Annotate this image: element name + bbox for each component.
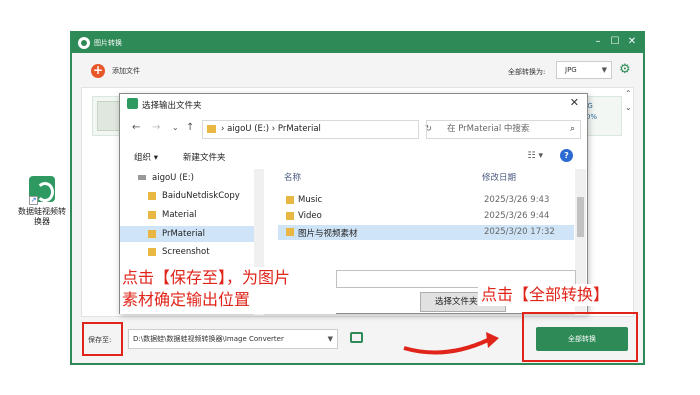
annotation-convert-all: 点击【全部转换】 [478, 284, 613, 306]
desktop-icon-label: 数据蛙视频转换器 [18, 207, 66, 226]
highlight-convert-all [522, 312, 638, 362]
file-name: Music [298, 195, 323, 205]
search-placeholder: 在 PrMaterial 中搜索 [447, 124, 530, 134]
expand-down-icon[interactable]: ⌄ [625, 103, 632, 112]
tree-item[interactable]: Material [148, 210, 197, 220]
dialog-title-bar: 选择输出文件夹 ✕ [120, 94, 587, 114]
chevron-down-icon: ▼ [601, 66, 607, 74]
scrollbar-thumb[interactable] [577, 197, 584, 237]
folder-icon [286, 228, 294, 236]
add-file-icon[interactable]: + [91, 64, 105, 78]
output-format-select[interactable]: JPG ▼ [556, 61, 612, 79]
convert-all-to-label: 全部转换为: [508, 68, 546, 76]
app-logo-icon [127, 98, 138, 109]
output-format-value: JPG [565, 66, 577, 74]
back-arrow-icon[interactable]: ← [132, 122, 140, 133]
close-icon[interactable]: ✕ [570, 96, 579, 109]
collapse-up-icon[interactable]: ⌃ [625, 89, 632, 98]
table-row-selected[interactable]: 图片与视频素材 2025/3/20 17:32 [278, 225, 574, 240]
tree-item-label: PrMaterial [162, 229, 206, 239]
address-sep-2: › [271, 124, 276, 134]
file-date: 2025/3/20 17:32 [484, 227, 555, 237]
address-drive[interactable]: aigoU (E:) [227, 124, 269, 134]
open-folder-icon[interactable] [350, 332, 363, 343]
folder-icon [148, 229, 156, 238]
folder-icon [286, 212, 294, 220]
view-options-icon[interactable]: ☷ ▾ [528, 151, 543, 161]
save-path-value: D:\数据蛙\数据蛙视频转换器\Image Converter [133, 335, 284, 343]
table-row[interactable]: Video 2025/3/26 9:44 [278, 209, 574, 224]
forward-arrow-icon[interactable]: → [152, 122, 160, 133]
folder-icon [286, 196, 294, 204]
annotation-line-2: 素材确定输出位置 [122, 290, 251, 309]
title-bar: 图片转换 – ☐ ✕ [72, 33, 643, 53]
chevron-down-icon: ▼ [327, 335, 333, 343]
gear-icon[interactable]: ⚙ [619, 63, 631, 77]
folder-icon [148, 247, 156, 256]
drive-icon [138, 175, 146, 180]
organize-menu[interactable]: 组织 ▾ [134, 151, 158, 163]
sort-chevron-icon: ⌃ [397, 169, 404, 172]
navigation-bar: ← → ⌄ ↑ › aigoU (E:) › PrMaterial ↻ 在 Pr… [120, 119, 587, 141]
table-row[interactable]: Music 2025/3/26 9:43 [278, 193, 574, 208]
up-arrow-icon[interactable]: ↑ [186, 122, 194, 133]
tree-item[interactable]: Screenshot [148, 247, 210, 257]
maximize-icon[interactable]: ☐ [609, 36, 621, 48]
highlight-save-to [82, 322, 123, 356]
tree-item-selected[interactable]: PrMaterial [120, 226, 254, 242]
command-bar: 组织 ▾ 新建文件夹 ☷ ▾ ? [120, 148, 587, 166]
red-arrow-icon [403, 332, 499, 355]
desktop-shortcut[interactable]: ↗ 数据蛙视频转换器 [16, 176, 68, 227]
address-sep-1: › [221, 124, 225, 134]
tree-item-label: BaiduNetdiskCopy [162, 191, 240, 201]
folder-icon [148, 210, 156, 219]
column-header-name[interactable]: 名称 [284, 171, 301, 183]
column-header-date[interactable]: 修改日期 [482, 171, 516, 183]
dialog-title: 选择输出文件夹 [142, 101, 202, 111]
recent-chevron-icon[interactable]: ⌄ [172, 123, 179, 132]
tree-item-label: Screenshot [162, 247, 210, 257]
save-path-select[interactable]: D:\数据蛙\数据蛙视频转换器\Image Converter ▼ [128, 329, 338, 349]
minimize-icon[interactable]: – [592, 36, 604, 48]
address-folder[interactable]: PrMaterial [278, 124, 321, 134]
file-date: 2025/3/26 9:44 [484, 211, 550, 221]
new-folder-button[interactable]: 新建文件夹 [183, 151, 226, 163]
search-icon: ⌕ [569, 124, 575, 134]
toolbar: + 添加文件 全部转换为: JPG ▼ ⚙ [72, 53, 643, 87]
tree-item-label: Material [162, 210, 197, 220]
tree-item-label: aigoU (E:) [152, 173, 194, 183]
file-name: 图片与视频素材 [298, 229, 358, 239]
address-bar[interactable]: › aigoU (E:) › PrMaterial ↻ [202, 120, 432, 139]
app-logo-icon [78, 37, 90, 49]
search-input[interactable]: 在 PrMaterial 中搜索 ⌕ [426, 120, 581, 139]
folder-icon [207, 125, 216, 133]
help-icon[interactable]: ? [560, 149, 573, 162]
folder-icon [148, 191, 156, 200]
file-date: 2025/3/26 9:43 [484, 195, 550, 205]
add-file-button[interactable]: 添加文件 [112, 66, 140, 76]
file-name: Video [298, 211, 322, 221]
tree-item[interactable]: BaiduNetdiskCopy [148, 191, 240, 201]
window-title: 图片转换 [94, 39, 122, 47]
annotation-save-to: 点击【保存至】，为图片 素材确定输出位置 [120, 267, 336, 314]
tree-item-drive[interactable]: aigoU (E:) [138, 173, 194, 183]
annotation-line-1: 点击【保存至】，为图片 [122, 268, 291, 287]
shortcut-arrow-icon: ↗ [29, 196, 38, 205]
close-icon[interactable]: ✕ [626, 36, 638, 48]
